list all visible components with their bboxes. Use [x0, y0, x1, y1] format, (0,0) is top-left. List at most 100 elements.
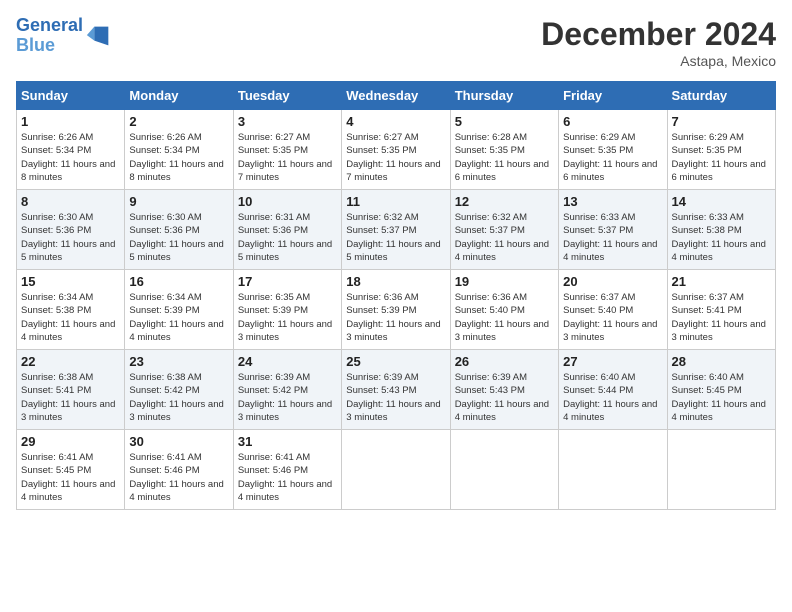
day-info: Sunrise: 6:34 AMSunset: 5:38 PMDaylight:…	[21, 291, 120, 344]
header-cell-monday: Monday	[125, 82, 233, 110]
calendar-cell: 5 Sunrise: 6:28 AMSunset: 5:35 PMDayligh…	[450, 110, 558, 190]
header-row: SundayMondayTuesdayWednesdayThursdayFrid…	[17, 82, 776, 110]
day-info: Sunrise: 6:37 AMSunset: 5:40 PMDaylight:…	[563, 291, 662, 344]
day-info: Sunrise: 6:32 AMSunset: 5:37 PMDaylight:…	[346, 211, 445, 264]
calendar-cell: 20 Sunrise: 6:37 AMSunset: 5:40 PMDaylig…	[559, 270, 667, 350]
day-number: 18	[346, 274, 445, 289]
header-cell-saturday: Saturday	[667, 82, 775, 110]
day-info: Sunrise: 6:28 AMSunset: 5:35 PMDaylight:…	[455, 131, 554, 184]
calendar-table: SundayMondayTuesdayWednesdayThursdayFrid…	[16, 81, 776, 510]
day-info: Sunrise: 6:41 AMSunset: 5:46 PMDaylight:…	[238, 451, 337, 504]
calendar-cell: 22 Sunrise: 6:38 AMSunset: 5:41 PMDaylig…	[17, 350, 125, 430]
calendar-cell: 31 Sunrise: 6:41 AMSunset: 5:46 PMDaylig…	[233, 430, 341, 510]
day-number: 17	[238, 274, 337, 289]
day-info: Sunrise: 6:29 AMSunset: 5:35 PMDaylight:…	[563, 131, 662, 184]
calendar-cell: 15 Sunrise: 6:34 AMSunset: 5:38 PMDaylig…	[17, 270, 125, 350]
day-number: 12	[455, 194, 554, 209]
day-number: 20	[563, 274, 662, 289]
day-info: Sunrise: 6:38 AMSunset: 5:42 PMDaylight:…	[129, 371, 228, 424]
day-info: Sunrise: 6:34 AMSunset: 5:39 PMDaylight:…	[129, 291, 228, 344]
day-number: 3	[238, 114, 337, 129]
day-info: Sunrise: 6:39 AMSunset: 5:43 PMDaylight:…	[455, 371, 554, 424]
title-block: December 2024 Astapa, Mexico	[541, 16, 776, 69]
day-number: 7	[672, 114, 771, 129]
day-info: Sunrise: 6:29 AMSunset: 5:35 PMDaylight:…	[672, 131, 771, 184]
calendar-cell: 29 Sunrise: 6:41 AMSunset: 5:45 PMDaylig…	[17, 430, 125, 510]
day-info: Sunrise: 6:39 AMSunset: 5:42 PMDaylight:…	[238, 371, 337, 424]
calendar-cell: 12 Sunrise: 6:32 AMSunset: 5:37 PMDaylig…	[450, 190, 558, 270]
calendar-cell: 23 Sunrise: 6:38 AMSunset: 5:42 PMDaylig…	[125, 350, 233, 430]
day-number: 2	[129, 114, 228, 129]
calendar-cell: 6 Sunrise: 6:29 AMSunset: 5:35 PMDayligh…	[559, 110, 667, 190]
page-header: General Blue December 2024 Astapa, Mexic…	[16, 16, 776, 69]
header-cell-wednesday: Wednesday	[342, 82, 450, 110]
logo: General Blue	[16, 16, 113, 56]
day-info: Sunrise: 6:37 AMSunset: 5:41 PMDaylight:…	[672, 291, 771, 344]
calendar-cell: 16 Sunrise: 6:34 AMSunset: 5:39 PMDaylig…	[125, 270, 233, 350]
day-info: Sunrise: 6:26 AMSunset: 5:34 PMDaylight:…	[129, 131, 228, 184]
day-info: Sunrise: 6:32 AMSunset: 5:37 PMDaylight:…	[455, 211, 554, 264]
calendar-cell: 9 Sunrise: 6:30 AMSunset: 5:36 PMDayligh…	[125, 190, 233, 270]
day-number: 19	[455, 274, 554, 289]
day-number: 6	[563, 114, 662, 129]
calendar-cell	[342, 430, 450, 510]
calendar-cell: 28 Sunrise: 6:40 AMSunset: 5:45 PMDaylig…	[667, 350, 775, 430]
calendar-cell: 25 Sunrise: 6:39 AMSunset: 5:43 PMDaylig…	[342, 350, 450, 430]
week-row-2: 8 Sunrise: 6:30 AMSunset: 5:36 PMDayligh…	[17, 190, 776, 270]
header-cell-tuesday: Tuesday	[233, 82, 341, 110]
day-number: 16	[129, 274, 228, 289]
day-info: Sunrise: 6:27 AMSunset: 5:35 PMDaylight:…	[238, 131, 337, 184]
day-number: 9	[129, 194, 228, 209]
location: Astapa, Mexico	[541, 53, 776, 69]
day-number: 22	[21, 354, 120, 369]
day-info: Sunrise: 6:38 AMSunset: 5:41 PMDaylight:…	[21, 371, 120, 424]
day-info: Sunrise: 6:41 AMSunset: 5:45 PMDaylight:…	[21, 451, 120, 504]
day-number: 26	[455, 354, 554, 369]
week-row-1: 1 Sunrise: 6:26 AMSunset: 5:34 PMDayligh…	[17, 110, 776, 190]
day-number: 24	[238, 354, 337, 369]
day-info: Sunrise: 6:36 AMSunset: 5:40 PMDaylight:…	[455, 291, 554, 344]
day-number: 25	[346, 354, 445, 369]
day-number: 15	[21, 274, 120, 289]
day-number: 10	[238, 194, 337, 209]
day-info: Sunrise: 6:41 AMSunset: 5:46 PMDaylight:…	[129, 451, 228, 504]
calendar-cell: 13 Sunrise: 6:33 AMSunset: 5:37 PMDaylig…	[559, 190, 667, 270]
calendar-cell: 3 Sunrise: 6:27 AMSunset: 5:35 PMDayligh…	[233, 110, 341, 190]
calendar-cell: 27 Sunrise: 6:40 AMSunset: 5:44 PMDaylig…	[559, 350, 667, 430]
day-number: 23	[129, 354, 228, 369]
day-number: 13	[563, 194, 662, 209]
calendar-cell: 8 Sunrise: 6:30 AMSunset: 5:36 PMDayligh…	[17, 190, 125, 270]
day-info: Sunrise: 6:40 AMSunset: 5:44 PMDaylight:…	[563, 371, 662, 424]
day-number: 27	[563, 354, 662, 369]
day-info: Sunrise: 6:33 AMSunset: 5:38 PMDaylight:…	[672, 211, 771, 264]
logo-icon	[85, 22, 113, 50]
calendar-cell: 18 Sunrise: 6:36 AMSunset: 5:39 PMDaylig…	[342, 270, 450, 350]
calendar-cell: 14 Sunrise: 6:33 AMSunset: 5:38 PMDaylig…	[667, 190, 775, 270]
month-title: December 2024	[541, 16, 776, 53]
calendar-cell: 19 Sunrise: 6:36 AMSunset: 5:40 PMDaylig…	[450, 270, 558, 350]
calendar-cell: 1 Sunrise: 6:26 AMSunset: 5:34 PMDayligh…	[17, 110, 125, 190]
day-number: 8	[21, 194, 120, 209]
calendar-cell: 2 Sunrise: 6:26 AMSunset: 5:34 PMDayligh…	[125, 110, 233, 190]
calendar-cell	[450, 430, 558, 510]
header-cell-friday: Friday	[559, 82, 667, 110]
day-info: Sunrise: 6:35 AMSunset: 5:39 PMDaylight:…	[238, 291, 337, 344]
day-number: 4	[346, 114, 445, 129]
calendar-cell: 24 Sunrise: 6:39 AMSunset: 5:42 PMDaylig…	[233, 350, 341, 430]
day-info: Sunrise: 6:36 AMSunset: 5:39 PMDaylight:…	[346, 291, 445, 344]
day-info: Sunrise: 6:26 AMSunset: 5:34 PMDaylight:…	[21, 131, 120, 184]
day-number: 11	[346, 194, 445, 209]
day-number: 31	[238, 434, 337, 449]
header-cell-sunday: Sunday	[17, 82, 125, 110]
day-number: 1	[21, 114, 120, 129]
calendar-cell: 21 Sunrise: 6:37 AMSunset: 5:41 PMDaylig…	[667, 270, 775, 350]
calendar-cell: 17 Sunrise: 6:35 AMSunset: 5:39 PMDaylig…	[233, 270, 341, 350]
logo-text: General Blue	[16, 16, 83, 56]
day-number: 29	[21, 434, 120, 449]
calendar-cell	[559, 430, 667, 510]
day-info: Sunrise: 6:31 AMSunset: 5:36 PMDaylight:…	[238, 211, 337, 264]
calendar-cell: 11 Sunrise: 6:32 AMSunset: 5:37 PMDaylig…	[342, 190, 450, 270]
day-info: Sunrise: 6:40 AMSunset: 5:45 PMDaylight:…	[672, 371, 771, 424]
calendar-cell: 4 Sunrise: 6:27 AMSunset: 5:35 PMDayligh…	[342, 110, 450, 190]
week-row-4: 22 Sunrise: 6:38 AMSunset: 5:41 PMDaylig…	[17, 350, 776, 430]
